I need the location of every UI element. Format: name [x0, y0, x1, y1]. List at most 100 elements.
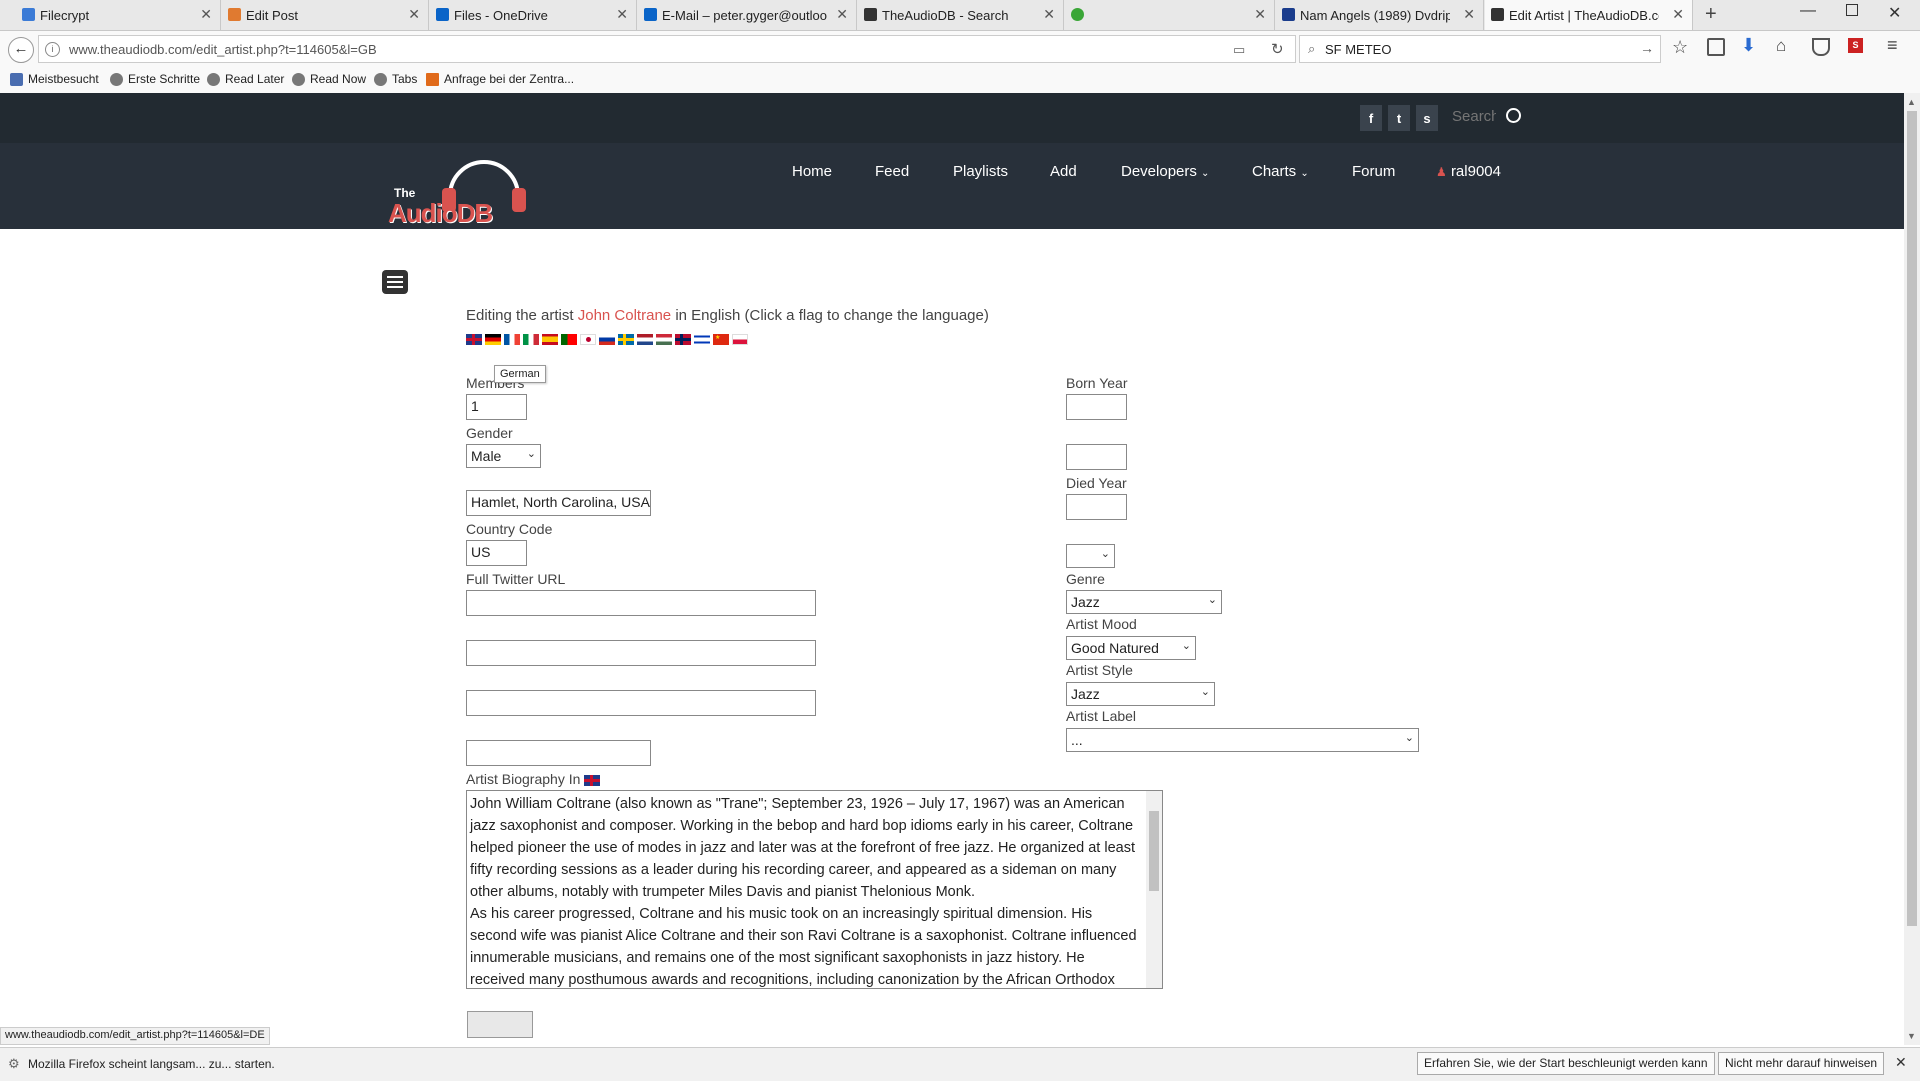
twitter-icon[interactable]: t	[1388, 105, 1410, 131]
genre-label: Genre	[1066, 571, 1105, 587]
library-icon[interactable]	[1707, 38, 1725, 56]
window-close-icon[interactable]: ✕	[1888, 3, 1901, 23]
alternate-name-input[interactable]	[466, 740, 651, 766]
browser-search-box[interactable]: ⌕ SF METEO →	[1299, 35, 1661, 63]
textarea-scrollbar[interactable]	[1146, 791, 1162, 988]
gender-select[interactable]: Male ⌄	[466, 444, 541, 468]
flag-it-icon[interactable]	[523, 334, 539, 345]
site-search-field[interactable]	[1448, 106, 1496, 127]
close-icon[interactable]: ✕	[1672, 6, 1684, 23]
page-scroll-thumb[interactable]	[1907, 111, 1917, 926]
nav-forum[interactable]: Forum	[1352, 163, 1395, 180]
bookmark-star-icon[interactable]: ☆	[1672, 37, 1688, 58]
close-icon[interactable]: ✕	[200, 6, 212, 23]
reload-icon[interactable]: ↻	[1271, 40, 1284, 58]
flag-pl-icon[interactable]	[732, 334, 748, 345]
flag-jp-icon[interactable]	[580, 334, 596, 345]
twitter-url-input[interactable]	[466, 590, 816, 616]
site-logo[interactable]: The AudioDB	[384, 148, 544, 228]
artist-style-select[interactable]: Jazz ⌄	[1066, 682, 1215, 706]
learn-faster-start-button[interactable]: Erfahren Sie, wie der Start beschleunigt…	[1417, 1052, 1715, 1075]
town-country-input[interactable]: Hamlet, North Carolina, USA	[466, 490, 651, 516]
download-icon[interactable]: ⬇	[1741, 35, 1756, 56]
reader-view-icon[interactable]: ▭	[1233, 42, 1245, 58]
browser-tab-edit-artist[interactable]: Edit Artist | TheAudioDB.com ✕	[1485, 0, 1693, 30]
nav-playlists[interactable]: Playlists	[953, 163, 1008, 180]
bookmark-read-now[interactable]: Read Now	[292, 72, 366, 86]
flag-no-icon[interactable]	[675, 334, 691, 345]
flag-es-icon[interactable]	[542, 334, 558, 345]
artist-label-select[interactable]: ... ⌄	[1066, 728, 1419, 752]
nav-charts[interactable]: Charts ⌄	[1252, 163, 1309, 180]
close-icon[interactable]: ✕	[616, 6, 628, 23]
nav-user[interactable]: ♟ ral9004	[1436, 163, 1501, 180]
browser-tab-email[interactable]: E-Mail – peter.gyger@outlook... ✕	[638, 0, 857, 30]
town-country-value: Hamlet, North Carolina, USA	[471, 494, 650, 510]
pocket-icon[interactable]	[1812, 38, 1830, 56]
new-tab-plus-icon[interactable]: +	[1705, 3, 1717, 26]
died-year-input[interactable]	[1066, 494, 1127, 520]
flag-ru-icon[interactable]	[599, 334, 615, 345]
flag-cn-icon[interactable]: ★	[713, 334, 729, 345]
flag-gb-icon[interactable]	[466, 334, 482, 345]
textarea-scroll-thumb[interactable]	[1149, 811, 1159, 891]
close-icon[interactable]: ✕	[408, 6, 420, 23]
bookmark-tabs[interactable]: Tabs	[374, 72, 417, 86]
flag-pt-icon[interactable]	[561, 334, 577, 345]
official-website-input[interactable]	[466, 690, 816, 716]
scroll-up-icon[interactable]: ▲	[1907, 97, 1916, 107]
menu-icon[interactable]: ≡	[1887, 35, 1898, 56]
flag-de-icon[interactable]	[485, 334, 501, 345]
nav-developers[interactable]: Developers ⌄	[1121, 163, 1209, 180]
restore-icon[interactable]	[1846, 4, 1858, 16]
disbanded-select[interactable]: ⌄	[1066, 544, 1115, 568]
facebook-url-input[interactable]	[466, 640, 816, 666]
close-icon[interactable]: ✕	[1463, 6, 1475, 23]
members-input[interactable]: 1	[466, 394, 527, 420]
browser-tab-onedrive[interactable]: Files - OneDrive ✕	[430, 0, 637, 30]
artist-name-link[interactable]: John Coltrane	[578, 307, 671, 324]
scroll-down-icon[interactable]: ▼	[1907, 1031, 1916, 1041]
facebook-icon[interactable]: f	[1360, 105, 1382, 131]
close-icon[interactable]: ✕	[1895, 1054, 1907, 1071]
addon-icon[interactable]: S	[1848, 38, 1863, 53]
bookmark-meistbesucht[interactable]: Meistbesucht	[10, 72, 99, 86]
browser-tab-filecrypt[interactable]: Filecrypt ✕	[16, 0, 221, 30]
back-icon[interactable]: ←	[8, 37, 34, 63]
nav-feed[interactable]: Feed	[875, 163, 909, 180]
close-icon[interactable]: ✕	[836, 6, 848, 23]
flag-se-icon[interactable]	[618, 334, 634, 345]
close-icon[interactable]: ✕	[1254, 6, 1266, 23]
site-search-icon[interactable]	[1506, 108, 1521, 123]
home-icon[interactable]: ⌂	[1776, 36, 1786, 56]
genre-select[interactable]: Jazz ⌄	[1066, 590, 1222, 614]
nav-add[interactable]: Add	[1050, 163, 1077, 180]
flag-hu-icon[interactable]	[656, 334, 672, 345]
minimize-icon[interactable]: —	[1800, 2, 1816, 20]
flag-fr-icon[interactable]	[504, 334, 520, 345]
born-year-input[interactable]	[1066, 394, 1127, 420]
info-icon[interactable]: i	[45, 42, 60, 57]
bookmark-anfrage[interactable]: Anfrage bei der Zentra...	[426, 72, 574, 86]
page-scrollbar[interactable]: ▲ ▼	[1904, 93, 1920, 1045]
browser-tab-nam-angels[interactable]: Nam Angels (1989) Dvdrip |... ✕	[1276, 0, 1484, 30]
bookmark-erste-schritte[interactable]: Erste Schritte	[110, 72, 200, 86]
bookmark-read-later[interactable]: Read Later	[207, 72, 284, 86]
browser-tab-audiodb-search[interactable]: TheAudioDB - Search ✕	[858, 0, 1064, 30]
formed-year-input[interactable]	[1066, 444, 1127, 470]
artist-mood-select[interactable]: Good Natured ⌄	[1066, 636, 1196, 660]
browser-tab-edit-post[interactable]: Edit Post ✕	[222, 0, 429, 30]
biography-textarea[interactable]: John William Coltrane (also known as "Tr…	[466, 790, 1163, 989]
flag-il-icon[interactable]	[694, 334, 710, 345]
url-bar[interactable]: i www.theaudiodb.com/edit_artist.php?t=1…	[38, 35, 1296, 63]
site-search-input[interactable]	[1448, 106, 1496, 130]
skype-icon[interactable]: s	[1416, 105, 1438, 131]
dont-remind-button[interactable]: Nicht mehr darauf hinweisen	[1718, 1052, 1885, 1075]
close-icon[interactable]: ✕	[1043, 6, 1055, 23]
browser-tab-filer[interactable]: ✕	[1065, 0, 1275, 30]
flag-nl-icon[interactable]	[637, 334, 653, 345]
search-go-icon[interactable]: →	[1640, 40, 1654, 56]
submit-button[interactable]	[467, 1011, 533, 1038]
country-code-input[interactable]: US	[466, 540, 527, 566]
nav-home[interactable]: Home	[792, 163, 832, 180]
